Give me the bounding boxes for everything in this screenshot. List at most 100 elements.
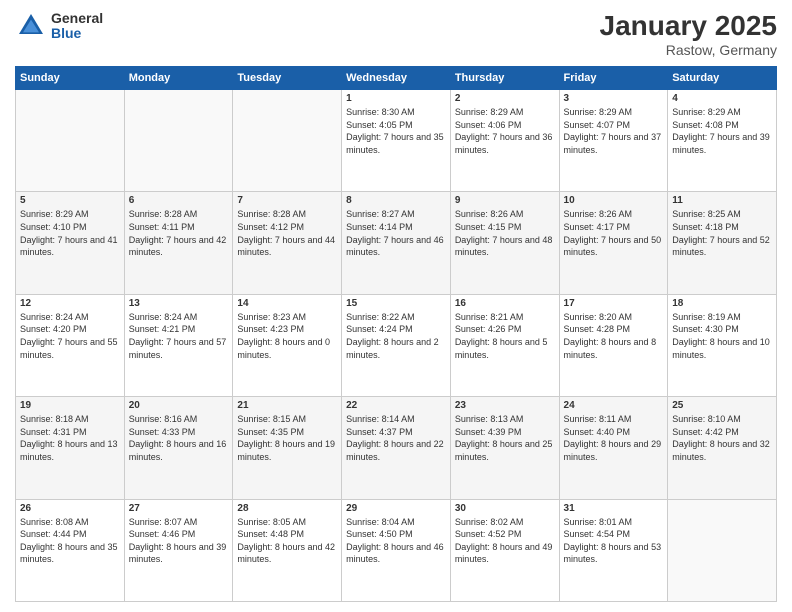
calendar-cell: 8 Sunrise: 8:27 AMSunset: 4:14 PMDaylight… [342,192,451,294]
day-info: Sunrise: 8:28 AMSunset: 4:11 PMDaylight:… [129,208,229,258]
day-number: 18 [672,298,772,309]
calendar-cell: 9 Sunrise: 8:26 AMSunset: 4:15 PMDaylight… [450,192,559,294]
day-number: 19 [20,400,120,411]
day-info: Sunrise: 8:13 AMSunset: 4:39 PMDaylight:… [455,413,555,463]
calendar-table: SundayMondayTuesdayWednesdayThursdayFrid… [15,66,777,602]
weekday-header: Monday [124,67,233,90]
day-info: Sunrise: 8:04 AMSunset: 4:50 PMDaylight:… [346,516,446,566]
day-info: Sunrise: 8:08 AMSunset: 4:44 PMDaylight:… [20,516,120,566]
calendar-cell: 27Sunrise: 8:07 AMSunset: 4:46 PMDayligh… [124,499,233,601]
day-number: 31 [564,503,664,514]
calendar-cell: 6 Sunrise: 8:28 AMSunset: 4:11 PMDaylight… [124,192,233,294]
calendar-cell: 15 Sunrise: 8:22 AMSunset: 4:24 PMDayligh… [342,294,451,396]
calendar-cell: 11 Sunrise: 8:25 AMSunset: 4:18 PMDayligh… [668,192,777,294]
day-info: Sunrise: 8:18 AMSunset: 4:31 PMDaylight:… [20,413,120,463]
day-info: Sunrise: 8:14 AMSunset: 4:37 PMDaylight:… [346,413,446,463]
day-number: 3 [564,93,664,104]
day-number: 8 [346,195,446,206]
calendar-cell: 29 Sunrise: 8:04 AMSunset: 4:50 PMDayligh… [342,499,451,601]
day-number: 15 [346,298,446,309]
page: General Blue January 2025 Rastow, German… [0,0,792,612]
day-number: 14 [237,298,337,309]
header: General Blue January 2025 Rastow, German… [15,10,777,58]
day-number: 25 [672,400,772,411]
calendar-cell: 1Sunrise: 8:30 AMSunset: 4:05 PMDaylight… [342,90,451,192]
weekday-header: Wednesday [342,67,451,90]
logo-icon [15,10,47,42]
calendar-cell [233,90,342,192]
day-number: 24 [564,400,664,411]
calendar-week-row: 12 Sunrise: 8:24 AMSunset: 4:20 PMDayligh… [16,294,777,396]
day-number: 6 [129,195,229,206]
day-number: 16 [455,298,555,309]
calendar-cell [668,499,777,601]
calendar-cell: 19 Sunrise: 8:18 AMSunset: 4:31 PMDayligh… [16,397,125,499]
weekday-header: Sunday [16,67,125,90]
day-number: 29 [346,503,446,514]
calendar-cell [16,90,125,192]
calendar-cell: 14 Sunrise: 8:23 AMSunset: 4:23 PMDayligh… [233,294,342,396]
day-number: 17 [564,298,664,309]
calendar-week-row: 19 Sunrise: 8:18 AMSunset: 4:31 PMDayligh… [16,397,777,499]
logo-blue-text: Blue [51,26,103,41]
day-info: Sunrise: 8:29 AMSunset: 4:07 PMDaylight:… [564,106,664,156]
day-number: 13 [129,298,229,309]
day-info: Sunrise: 8:19 AMSunset: 4:30 PMDaylight:… [672,311,772,361]
day-info: Sunrise: 8:28 AMSunset: 4:12 PMDaylight:… [237,208,337,258]
calendar-cell: 22 Sunrise: 8:14 AMSunset: 4:37 PMDayligh… [342,397,451,499]
calendar-cell: 5Sunrise: 8:29 AMSunset: 4:10 PMDaylight… [16,192,125,294]
day-number: 5 [20,195,120,206]
day-number: 30 [455,503,555,514]
weekday-header: Saturday [668,67,777,90]
weekday-header: Thursday [450,67,559,90]
day-number: 12 [20,298,120,309]
calendar-cell: 16 Sunrise: 8:21 AMSunset: 4:26 PMDayligh… [450,294,559,396]
day-number: 20 [129,400,229,411]
logo-general-text: General [51,11,103,26]
calendar-cell: 3 Sunrise: 8:29 AMSunset: 4:07 PMDaylight… [559,90,668,192]
calendar-cell: 13Sunrise: 8:24 AMSunset: 4:21 PMDayligh… [124,294,233,396]
calendar-week-row: 5Sunrise: 8:29 AMSunset: 4:10 PMDaylight… [16,192,777,294]
day-info: Sunrise: 8:27 AMSunset: 4:14 PMDaylight:… [346,208,446,258]
day-number: 23 [455,400,555,411]
day-info: Sunrise: 8:07 AMSunset: 4:46 PMDaylight:… [129,516,229,566]
calendar-cell: 31 Sunrise: 8:01 AMSunset: 4:54 PMDayligh… [559,499,668,601]
calendar-cell [124,90,233,192]
day-info: Sunrise: 8:21 AMSunset: 4:26 PMDaylight:… [455,311,555,361]
day-number: 21 [237,400,337,411]
calendar-cell: 17Sunrise: 8:20 AMSunset: 4:28 PMDayligh… [559,294,668,396]
day-info: Sunrise: 8:01 AMSunset: 4:54 PMDaylight:… [564,516,664,566]
day-info: Sunrise: 8:22 AMSunset: 4:24 PMDaylight:… [346,311,446,361]
day-info: Sunrise: 8:24 AMSunset: 4:20 PMDaylight:… [20,311,120,361]
weekday-header: Tuesday [233,67,342,90]
calendar-cell: 10Sunrise: 8:26 AMSunset: 4:17 PMDayligh… [559,192,668,294]
day-info: Sunrise: 8:16 AMSunset: 4:33 PMDaylight:… [129,413,229,463]
calendar-cell: 2Sunrise: 8:29 AMSunset: 4:06 PMDaylight… [450,90,559,192]
calendar-cell: 7Sunrise: 8:28 AMSunset: 4:12 PMDaylight… [233,192,342,294]
day-info: Sunrise: 8:25 AMSunset: 4:18 PMDaylight:… [672,208,772,258]
calendar-cell: 21Sunrise: 8:15 AMSunset: 4:35 PMDayligh… [233,397,342,499]
day-number: 2 [455,93,555,104]
day-info: Sunrise: 8:11 AMSunset: 4:40 PMDaylight:… [564,413,664,463]
day-number: 10 [564,195,664,206]
calendar-cell: 12 Sunrise: 8:24 AMSunset: 4:20 PMDayligh… [16,294,125,396]
day-number: 9 [455,195,555,206]
day-info: Sunrise: 8:02 AMSunset: 4:52 PMDaylight:… [455,516,555,566]
day-info: Sunrise: 8:23 AMSunset: 4:23 PMDaylight:… [237,311,337,361]
calendar-cell: 26 Sunrise: 8:08 AMSunset: 4:44 PMDayligh… [16,499,125,601]
day-number: 1 [346,93,446,104]
calendar-week-row: 1Sunrise: 8:30 AMSunset: 4:05 PMDaylight… [16,90,777,192]
day-number: 11 [672,195,772,206]
day-number: 26 [20,503,120,514]
calendar-cell: 25Sunrise: 8:10 AMSunset: 4:42 PMDayligh… [668,397,777,499]
day-number: 4 [672,93,772,104]
day-number: 28 [237,503,337,514]
calendar-week-row: 26 Sunrise: 8:08 AMSunset: 4:44 PMDayligh… [16,499,777,601]
weekday-header-row: SundayMondayTuesdayWednesdayThursdayFrid… [16,67,777,90]
calendar-cell: 20 Sunrise: 8:16 AMSunset: 4:33 PMDayligh… [124,397,233,499]
calendar-cell: 24 Sunrise: 8:11 AMSunset: 4:40 PMDayligh… [559,397,668,499]
calendar-cell: 23 Sunrise: 8:13 AMSunset: 4:39 PMDayligh… [450,397,559,499]
day-info: Sunrise: 8:26 AMSunset: 4:15 PMDaylight:… [455,208,555,258]
day-number: 22 [346,400,446,411]
calendar-cell: 30 Sunrise: 8:02 AMSunset: 4:52 PMDayligh… [450,499,559,601]
